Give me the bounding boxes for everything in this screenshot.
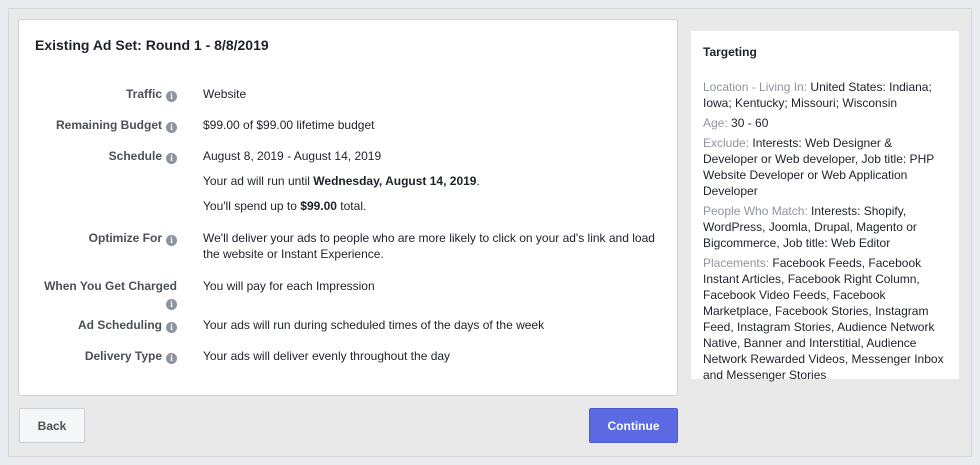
- row-label: Optimize For: [88, 231, 162, 245]
- card-title: Existing Ad Set: Round 1 - 8/8/2019: [35, 37, 269, 53]
- row-value: Your ads will deliver evenly throughout …: [203, 349, 451, 363]
- schedule-run-until: Your ad will run until Wednesday, August…: [203, 174, 480, 188]
- row-value: $99.00 of $99.00 lifetime budget: [203, 118, 375, 132]
- back-button[interactable]: Back: [19, 408, 85, 443]
- schedule-spend: You'll spend up to $99.00 total.: [203, 199, 367, 213]
- info-icon[interactable]: i: [166, 299, 177, 310]
- targeting-panel: Targeting Location - Living In: United S…: [691, 31, 959, 382]
- info-icon[interactable]: i: [166, 235, 177, 246]
- row-value: Website: [203, 87, 247, 101]
- row-label: Delivery Type: [84, 349, 162, 363]
- row-value: Your ads will run during scheduled times…: [203, 318, 545, 332]
- targeting-title: Targeting: [703, 45, 757, 59]
- row-value: You will pay for each Impression: [203, 279, 375, 293]
- targeting-age: Age: 30 - 60: [703, 116, 769, 130]
- row-label: When You Get Charged: [44, 279, 177, 293]
- schedule-dates: August 8, 2019 - August 14, 2019: [203, 149, 382, 163]
- info-icon[interactable]: i: [166, 91, 177, 102]
- info-icon[interactable]: i: [166, 322, 177, 333]
- continue-button[interactable]: Continue: [589, 408, 678, 443]
- row-value: We'll deliver your ads to people who are…: [203, 231, 655, 261]
- info-icon[interactable]: i: [166, 153, 177, 164]
- ad-set-summary-card: Existing Ad Set: Round 1 - 8/8/2019 Traf…: [18, 19, 678, 396]
- info-icon[interactable]: i: [166, 353, 177, 364]
- targeting-exclude: Exclude: Interests: Web Designer & Devel…: [703, 136, 935, 198]
- targeting-placements: Placements: Facebook Feeds, Facebook Ins…: [703, 256, 944, 382]
- targeting-people-who-match: People Who Match: Interests: Shopify, Wo…: [703, 204, 917, 250]
- row-label: Schedule: [108, 149, 162, 163]
- targeting-location: Location - Living In: United States: Ind…: [703, 80, 932, 110]
- row-label: Traffic: [125, 87, 162, 101]
- row-label: Ad Scheduling: [78, 318, 162, 332]
- row-label: Remaining Budget: [55, 118, 162, 132]
- info-icon[interactable]: i: [166, 122, 177, 133]
